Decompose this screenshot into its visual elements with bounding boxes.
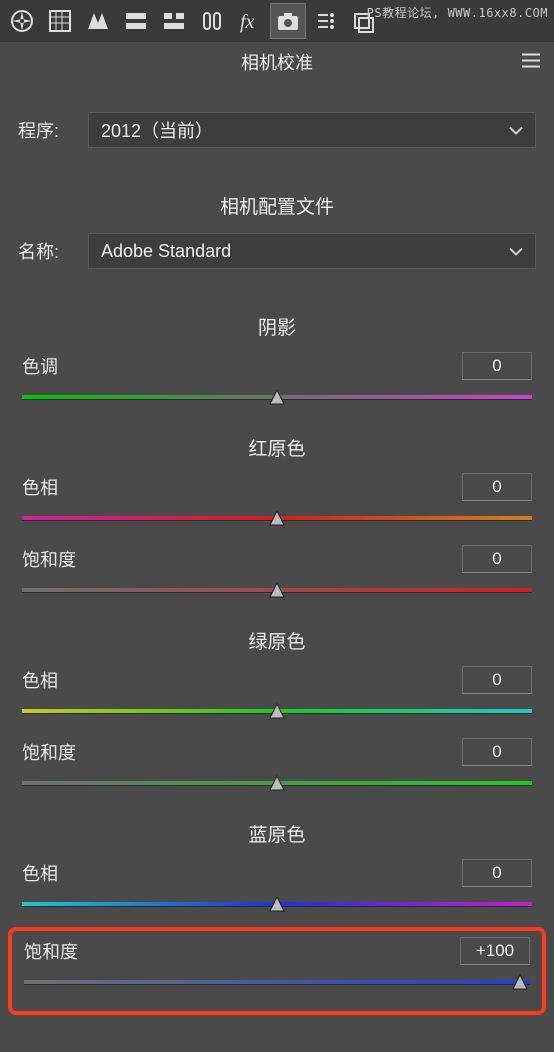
shadows-tint-value[interactable]: 0 [462,352,532,380]
profile-value: Adobe Standard [101,241,231,262]
svg-text:fx: fx [240,11,255,33]
slider-thumb[interactable] [268,702,286,720]
green-hue-track[interactable] [22,706,532,716]
process-select[interactable]: 2012（当前） [88,112,536,148]
process-label: 程序: [18,117,88,143]
lens-tab-icon[interactable] [194,3,230,39]
split-toning-tab-icon[interactable] [156,3,192,39]
effects-tab-icon[interactable]: fx [232,3,268,39]
hsl-tab-icon[interactable] [118,3,154,39]
blue-hue-slider: 色相 0 [0,855,554,909]
shadows-title: 阴影 [0,299,554,348]
detail-tab-icon[interactable] [80,3,116,39]
green-sat-label: 饱和度 [22,739,76,765]
red-hue-label: 色相 [22,474,58,500]
blue-hue-track[interactable] [22,899,532,909]
slider-thumb[interactable] [268,774,286,792]
process-row: 程序: 2012（当前） [0,106,554,154]
profile-select[interactable]: Adobe Standard [88,233,536,269]
shadows-tint-slider: 色调 0 [0,348,554,402]
shadows-tint-track[interactable] [22,392,532,402]
panel-menu-icon[interactable] [522,52,540,73]
watermark-text: PS教程论坛, WWW.16xx8.COM [367,4,548,21]
camera-profile-title: 相机配置文件 [0,178,554,227]
green-hue-slider: 色相 0 [0,662,554,716]
red-sat-value[interactable]: 0 [462,545,532,573]
presets-tab-icon[interactable] [308,3,344,39]
red-hue-value[interactable]: 0 [462,473,532,501]
red-sat-track[interactable] [22,585,532,595]
blue-sat-slider: 饱和度 +100 [24,933,530,987]
blue-hue-label: 色相 [22,860,58,886]
slider-thumb[interactable] [268,509,286,527]
red-hue-slider: 色相 0 [0,469,554,523]
green-sat-value[interactable]: 0 [462,738,532,766]
panel-header: 相机校准 [0,42,554,82]
process-value: 2012（当前） [101,117,213,143]
chevron-down-icon [509,120,523,141]
blue-sat-label: 饱和度 [24,938,78,964]
green-sat-track[interactable] [22,778,532,788]
slider-thumb[interactable] [268,581,286,599]
slider-thumb[interactable] [511,973,529,991]
green-hue-label: 色相 [22,667,58,693]
panel-title: 相机校准 [241,49,313,75]
blue-title: 蓝原色 [0,806,554,855]
green-title: 绿原色 [0,613,554,662]
highlight-box: 饱和度 +100 [8,927,546,1015]
green-hue-value[interactable]: 0 [462,666,532,694]
chevron-down-icon [509,241,523,262]
green-sat-slider: 饱和度 0 [0,734,554,788]
blue-sat-track[interactable] [24,977,530,987]
red-title: 红原色 [0,420,554,469]
shadows-tint-label: 色调 [22,353,58,379]
blue-sat-value[interactable]: +100 [460,937,530,965]
basic-tab-icon[interactable] [4,3,40,39]
blue-hue-value[interactable]: 0 [462,859,532,887]
red-hue-track[interactable] [22,513,532,523]
slider-thumb[interactable] [268,895,286,913]
tone-curve-tab-icon[interactable] [42,3,78,39]
red-sat-slider: 饱和度 0 [0,541,554,595]
slider-thumb[interactable] [268,388,286,406]
camera-calibration-tab-icon[interactable] [270,3,306,39]
profile-label: 名称: [18,238,88,264]
profile-row: 名称: Adobe Standard [0,227,554,275]
red-sat-label: 饱和度 [22,546,76,572]
